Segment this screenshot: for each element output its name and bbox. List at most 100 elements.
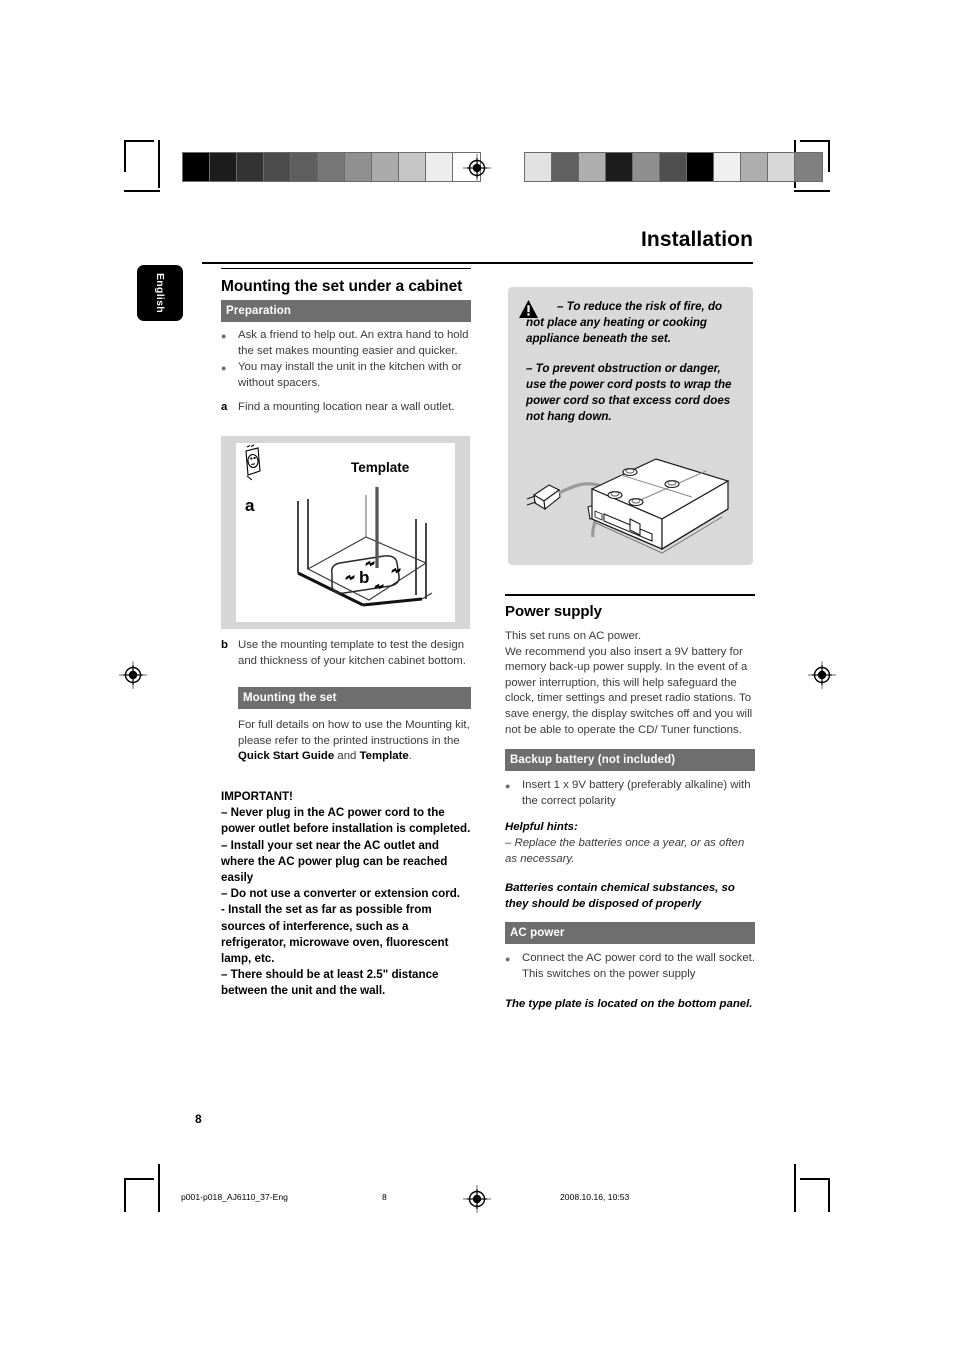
section-title-power-supply: Power supply xyxy=(505,603,602,620)
language-tab-english: English xyxy=(137,265,183,321)
step-letter-b: b xyxy=(221,639,228,651)
crop-mark xyxy=(828,140,830,172)
list-item: Ask a friend to help out. An extra hand … xyxy=(221,328,471,359)
grayscale-swatch-6 xyxy=(687,153,714,181)
crop-mark xyxy=(794,1164,796,1212)
ac-power-text: Connect the AC power cord to the wall so… xyxy=(522,952,755,980)
grayscale-swatch-7 xyxy=(372,153,399,181)
grayscale-swatch-6 xyxy=(345,153,372,181)
grayscale-swatch-0 xyxy=(525,153,552,181)
crop-mark xyxy=(124,140,126,172)
header-divider xyxy=(202,262,753,264)
figure-mounting-template: Template a b xyxy=(221,436,470,629)
grayscale-swatch-4 xyxy=(291,153,318,181)
grayscale-swatch-0 xyxy=(183,153,210,181)
grayscale-swatch-8 xyxy=(741,153,768,181)
power-supply-rule xyxy=(505,594,755,596)
grayscale-swatch-3 xyxy=(264,153,291,181)
crop-mark xyxy=(794,190,830,192)
grayscale-swatch-4 xyxy=(633,153,660,181)
helpful-hints-heading: Helpful hints: xyxy=(505,821,578,834)
left-column-lower: b Use the mounting template to test the … xyxy=(221,638,471,1000)
important-line: - Install the set as far as possible fro… xyxy=(221,903,449,965)
step-b: b Use the mounting template to test the … xyxy=(221,638,471,669)
preparation-bullet-text: You may install the unit in the kitchen … xyxy=(238,361,462,389)
grayscale-swatch-3 xyxy=(606,153,633,181)
power-supply-description: This set runs on AC power. We recommend … xyxy=(505,630,753,736)
crop-mark xyxy=(158,1164,160,1212)
preparation-bullet-text: Ask a friend to help out. An extra hand … xyxy=(238,329,469,357)
crop-mark xyxy=(828,1180,830,1212)
grayscale-swatch-2 xyxy=(237,153,264,181)
cabinet-template-drawing xyxy=(245,444,433,607)
document-page: Installation English Mounting the set un… xyxy=(0,0,954,1351)
mounting-instructions-text: For full details on how to use the Mount… xyxy=(238,718,471,765)
left-column-top-rule xyxy=(221,268,471,269)
crop-mark xyxy=(800,140,830,142)
type-plate-note: The type plate is located on the bottom … xyxy=(505,997,753,1010)
crop-mark xyxy=(124,190,160,192)
batteries-disposal-note: Batteries contain chemical substances, s… xyxy=(505,882,735,910)
crop-mark xyxy=(124,140,154,142)
subsection-bar-mounting-the-set: Mounting the set xyxy=(238,687,471,710)
right-column-power-supply: Power supply This set runs on AC power. … xyxy=(505,594,755,1012)
warning-callout-box: – To reduce the risk of fire, do not pla… xyxy=(508,287,753,565)
crop-mark xyxy=(800,1178,830,1180)
helpful-hints-text: – Replace the batteries once a year, or … xyxy=(505,836,745,865)
footer-page-number: 8 xyxy=(382,1192,387,1202)
page-title: Installation xyxy=(640,228,753,251)
step-b-text: Use the mounting template to test the de… xyxy=(238,639,466,667)
list-item: Connect the AC power cord to the wall so… xyxy=(505,951,755,982)
figure-label-template: Template xyxy=(351,460,410,475)
page-number: 8 xyxy=(195,1112,202,1126)
important-line: – Never plug in the AC power cord to the… xyxy=(221,806,471,836)
crop-mark xyxy=(124,1180,126,1212)
important-notice-block: IMPORTANT! – Never plug in the AC power … xyxy=(221,789,471,1000)
grayscale-swatch-1 xyxy=(210,153,237,181)
template-reference: Template xyxy=(359,750,409,763)
mounting-text-part2: and xyxy=(334,750,360,763)
grayscale-calibration-strip-left xyxy=(182,152,481,182)
crop-mark xyxy=(124,1178,154,1180)
appliance-bottom-panel-illustration xyxy=(522,457,742,561)
step-a: a Find a mounting location near a wall o… xyxy=(221,400,471,416)
warning-paragraph-cord: – To prevent obstruction or danger, use … xyxy=(526,362,732,423)
bullet-icon xyxy=(505,778,522,809)
backup-battery-text: Insert 1 x 9V battery (preferably alkali… xyxy=(522,779,751,807)
warning-text-block: – To reduce the risk of fire, do not pla… xyxy=(526,299,741,425)
figure-label-a: a xyxy=(245,496,255,515)
mounting-text-part1: For full details on how to use the Mount… xyxy=(238,719,470,747)
grayscale-swatch-2 xyxy=(579,153,606,181)
list-item: Insert 1 x 9V battery (preferably alkali… xyxy=(505,778,755,809)
left-column: Mounting the set under a cabinet Prepara… xyxy=(221,268,471,416)
bullet-icon xyxy=(221,328,238,359)
quick-start-guide-reference: Quick Start Guide xyxy=(238,750,335,763)
bullet-icon xyxy=(221,360,238,391)
warning-paragraph-fire: – To reduce the risk of fire, do not pla… xyxy=(526,300,723,345)
subsection-bar-ac-power: AC power xyxy=(505,922,755,945)
registration-target-top xyxy=(463,154,491,182)
important-line: – Install your set near the AC outlet an… xyxy=(221,838,448,884)
subsection-bar-preparation: Preparation xyxy=(221,300,471,322)
registration-target-right xyxy=(808,661,836,689)
important-heading: IMPORTANT! xyxy=(221,789,293,803)
footer-timestamp: 2008.10.16, 10:53 xyxy=(560,1192,630,1202)
grayscale-calibration-strip-right xyxy=(524,152,823,182)
grayscale-swatch-8 xyxy=(399,153,426,181)
mounting-text-part3: . xyxy=(408,750,412,763)
registration-target-left xyxy=(119,661,147,689)
grayscale-swatch-9 xyxy=(426,153,453,181)
step-letter-a: a xyxy=(221,401,228,414)
grayscale-swatch-7 xyxy=(714,153,741,181)
registration-target-bottom xyxy=(463,1185,491,1213)
important-line: – Do not use a converter or extension co… xyxy=(221,887,461,901)
language-tab-label: English xyxy=(154,272,166,314)
grayscale-swatch-5 xyxy=(318,153,345,181)
grayscale-swatch-9 xyxy=(768,153,795,181)
footer-file-name: p001-p018_AJ6110_37-Eng xyxy=(181,1192,288,1202)
figure-canvas xyxy=(236,443,455,622)
important-line: – There should be at least 2.5" distance… xyxy=(221,968,439,998)
grayscale-swatch-10 xyxy=(795,153,822,181)
figure-label-b: b xyxy=(359,568,370,587)
step-a-text: Find a mounting location near a wall out… xyxy=(238,401,455,414)
